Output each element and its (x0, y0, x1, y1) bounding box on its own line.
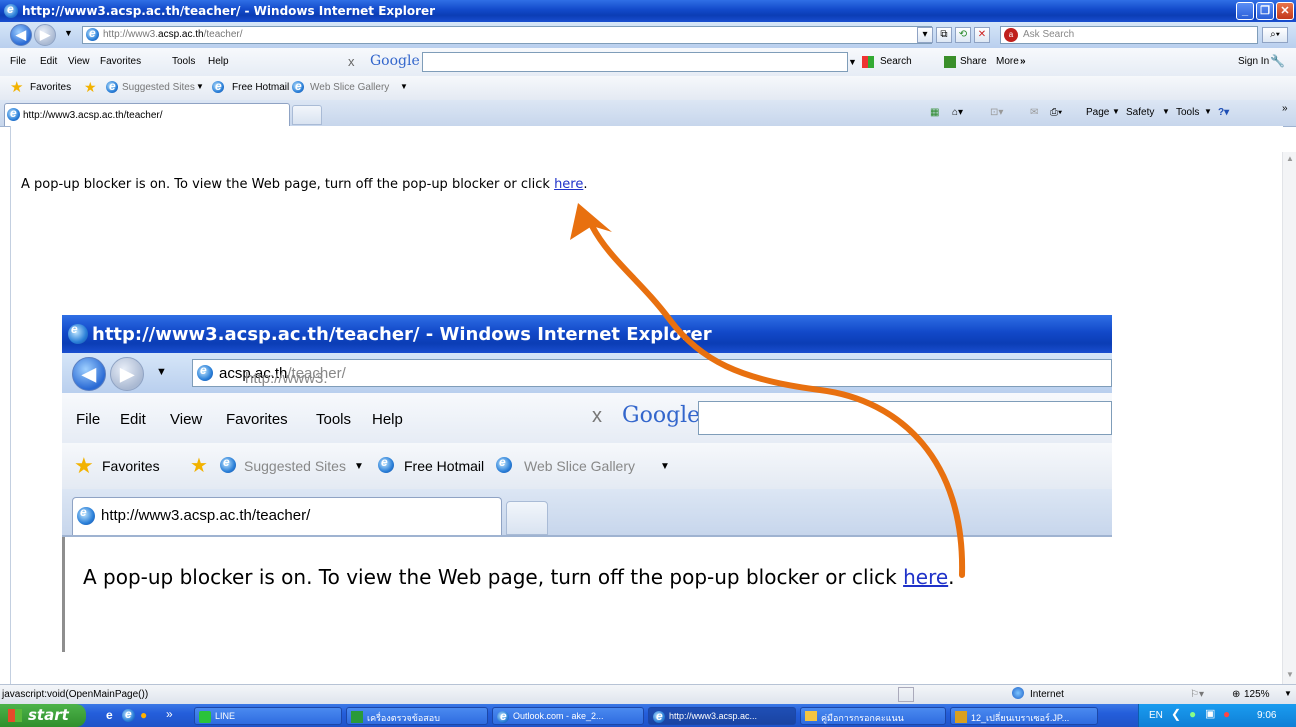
zone-label: Internet (1030, 689, 1064, 700)
internet-zone-icon (1012, 687, 1024, 699)
system-tray: EN ❮ ● ▣ ● 9:06 (1138, 704, 1296, 727)
zoom-dropdown-icon[interactable]: ▼ (1284, 689, 1292, 698)
image-icon (955, 711, 967, 723)
quicklaunch-browser-icon[interactable] (122, 707, 135, 722)
status-text: javascript:void(OpenMainPage()) (2, 689, 149, 700)
outlook-ie-icon (497, 709, 509, 723)
taskbar: start e ● » LINE เครื่องตรวจข้อสอบ Outlo… (0, 704, 1296, 727)
tray-line-icon[interactable]: ● (1189, 707, 1196, 721)
windows-flag-icon (8, 709, 22, 722)
quicklaunch-more-icon[interactable]: » (166, 707, 173, 721)
taskbar-item-grader[interactable]: เครื่องตรวจข้อสอบ (346, 707, 488, 725)
taskbar-item-image[interactable]: 12_เปลี่ยนเบราเซอร์.JP... (950, 707, 1098, 725)
tray-back-icon[interactable]: ❮ (1171, 707, 1181, 721)
tray-network-icon[interactable]: ▣ (1205, 707, 1215, 720)
status-bar: javascript:void(OpenMainPage()) Internet… (0, 684, 1296, 705)
start-label: start (28, 706, 69, 724)
quicklaunch-app-icon[interactable]: ● (140, 708, 147, 722)
taskbar-item-label: http://www3.acsp.ac... (669, 711, 758, 721)
taskbar-item-label: คู่มือการกรอกคะแนน (821, 713, 904, 723)
arrow-curve (589, 223, 966, 578)
taskbar-item-label: LINE (215, 711, 236, 721)
taskbar-item-outlook[interactable]: Outlook.com - ake_2... (492, 707, 644, 725)
taskbar-item-current-ie[interactable]: http://www3.acsp.ac... (648, 707, 796, 725)
protected-mode-icon[interactable]: ⚐▾ (1190, 689, 1204, 700)
folder-icon (805, 711, 817, 721)
annotation-arrow (570, 203, 966, 578)
clock[interactable]: 9:06 (1257, 710, 1276, 721)
taskbar-item-label: เครื่องตรวจข้อสอบ (367, 713, 440, 723)
grader-icon (351, 711, 363, 723)
tray-antivirus-icon[interactable]: ● (1223, 707, 1230, 721)
quicklaunch-ie-icon[interactable]: e (106, 708, 113, 722)
taskbar-item-label: Outlook.com - ake_2... (513, 711, 604, 721)
start-button[interactable]: start (0, 704, 86, 727)
taskbar-item-label: 12_เปลี่ยนเบราเซอร์.JP... (971, 713, 1070, 723)
language-indicator[interactable]: EN (1149, 710, 1163, 721)
arrow-head-icon (570, 203, 612, 240)
zoom-icon[interactable]: ⊕ (1232, 689, 1240, 700)
status-page-icon (898, 687, 914, 702)
line-icon (199, 711, 211, 723)
current-ie-icon (653, 709, 665, 723)
zoom-level[interactable]: 125% (1244, 689, 1270, 700)
taskbar-item-line[interactable]: LINE (194, 707, 342, 725)
taskbar-item-folder[interactable]: คู่มือการกรอกคะแนน (800, 707, 946, 725)
